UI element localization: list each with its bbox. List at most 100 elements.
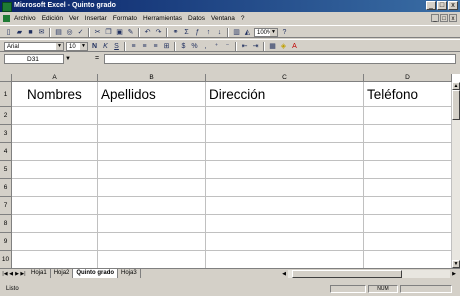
close-button[interactable]: x [448,1,458,10]
row-header-3[interactable]: 3 [0,125,12,143]
function-icon[interactable]: ƒ [193,28,202,37]
cell-b3[interactable] [98,125,206,143]
cell-d8[interactable] [364,215,452,233]
cell-d9[interactable] [364,233,452,251]
fill-color-icon[interactable]: ◈ [279,42,288,51]
cell-c4[interactable] [206,143,364,161]
cell-b1[interactable]: Apellidos [101,87,156,102]
menu-ventana[interactable]: Ventana [211,13,235,24]
row-header-1[interactable]: 1 [0,82,12,107]
menu-ayuda[interactable]: ? [241,13,245,24]
merge-icon[interactable]: ⊞ [162,42,171,51]
cell-c6[interactable] [206,179,364,197]
align-center-icon[interactable]: ≡ [140,42,149,51]
font-select[interactable]: Arial ▼ [4,41,64,51]
formula-input[interactable] [104,54,456,64]
scroll-thumb[interactable] [292,270,402,278]
cell-d5[interactable] [364,161,452,179]
font-size-select[interactable]: 10 ▼ [66,41,88,51]
menu-herramientas[interactable]: Herramientas [143,13,182,24]
vertical-scrollbar[interactable]: ▲ ▼ [452,82,460,268]
column-header-c[interactable]: C [206,74,364,82]
tab-hoja3[interactable]: Hoja3 [118,269,141,278]
excel-app-icon[interactable] [2,2,12,12]
currency-icon[interactable]: $ [179,42,188,51]
select-all-corner[interactable] [0,74,12,82]
last-sheet-icon[interactable]: ▶| [20,270,26,279]
row-header-4[interactable]: 4 [0,143,12,161]
cell-d7[interactable] [364,197,452,215]
row-header-5[interactable]: 5 [0,161,12,179]
cell-c7[interactable] [206,197,364,215]
cell-b2[interactable] [98,107,206,125]
sort-desc-icon[interactable]: ↓ [215,28,224,37]
doc-restore-button[interactable]: □ [440,14,448,22]
chart-wizard-icon[interactable]: ▥ [232,28,241,37]
cell-b6[interactable] [98,179,206,197]
cell-a4[interactable] [12,143,98,161]
paste-icon[interactable]: ▣ [115,28,124,37]
copy-icon[interactable]: ❐ [104,28,113,37]
open-icon[interactable]: ▰ [15,28,24,37]
italic-icon[interactable]: K [101,42,110,51]
menu-datos[interactable]: Datos [188,13,205,24]
increase-decimal-icon[interactable]: ⁺ [212,42,221,51]
column-header-b[interactable]: B [98,74,206,82]
font-color-icon[interactable]: A [290,42,299,51]
hyperlink-icon[interactable]: ⚭ [171,28,180,37]
row-header-8[interactable]: 8 [0,215,12,233]
comma-icon[interactable]: , [201,42,210,51]
cell-c8[interactable] [206,215,364,233]
drawing-icon[interactable]: ◭ [243,28,252,37]
minimize-button[interactable]: _ [426,1,436,10]
row-header-2[interactable]: 2 [0,107,12,125]
cell-c2[interactable] [206,107,364,125]
menu-insertar[interactable]: Insertar [85,13,107,24]
column-header-a[interactable]: A [12,74,98,82]
row-header-10[interactable]: 10 [0,251,12,268]
cell-b7[interactable] [98,197,206,215]
doc-minimize-button[interactable]: _ [431,14,439,22]
cell-a9[interactable] [12,233,98,251]
increase-indent-icon[interactable]: ⇥ [251,42,260,51]
workbook-icon[interactable] [3,15,10,22]
scroll-left-icon[interactable]: ◀ [280,270,288,278]
scroll-thumb[interactable] [452,90,460,120]
cell-a10[interactable] [12,251,98,268]
scroll-up-icon[interactable]: ▲ [452,82,460,90]
cell-c3[interactable] [206,125,364,143]
cell-d6[interactable] [364,179,452,197]
cell-a3[interactable] [12,125,98,143]
underline-icon[interactable]: S [112,42,121,51]
cell-c5[interactable] [206,161,364,179]
menu-archivo[interactable]: Archivo [14,13,36,24]
sort-asc-icon[interactable]: ↑ [204,28,213,37]
formula-equals[interactable]: = [92,54,102,64]
doc-close-button[interactable]: x [449,14,457,22]
cell-c10[interactable] [206,251,364,268]
cell-a5[interactable] [12,161,98,179]
tab-quinto-grado[interactable]: Quinto grado [73,269,119,278]
cell-d10[interactable] [364,251,452,268]
cell-b8[interactable] [98,215,206,233]
row-header-9[interactable]: 9 [0,233,12,251]
tab-hoja2[interactable]: Hoja2 [51,269,74,278]
redo-icon[interactable]: ↷ [154,28,163,37]
cell-b5[interactable] [98,161,206,179]
maximize-button[interactable]: □ [437,1,447,10]
cell-a2[interactable] [12,107,98,125]
menu-edicion[interactable]: Edición [42,13,63,24]
print-icon[interactable]: ▤ [54,28,63,37]
decrease-indent-icon[interactable]: ⇤ [240,42,249,51]
scroll-down-icon[interactable]: ▼ [452,260,460,268]
tab-hoja1[interactable]: Hoja1 [28,269,51,278]
align-left-icon[interactable]: ≡ [129,42,138,51]
new-icon[interactable]: ▯ [4,28,13,37]
cell-b10[interactable] [98,251,206,268]
column-header-d[interactable]: D [364,74,452,82]
print-preview-icon[interactable]: ◎ [65,28,74,37]
cell-a8[interactable] [12,215,98,233]
cell-d3[interactable] [364,125,452,143]
cell-b9[interactable] [98,233,206,251]
cell-d1[interactable]: Teléfono [367,87,418,102]
